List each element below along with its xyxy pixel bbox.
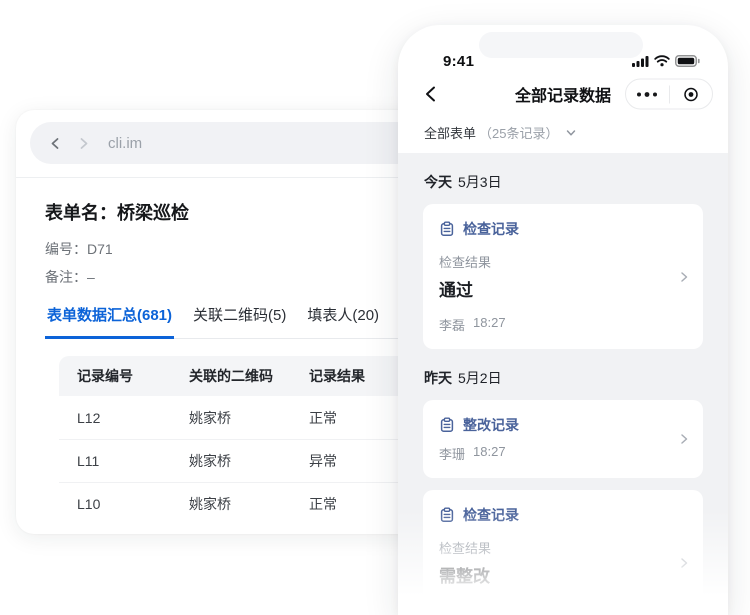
form-number-value: D71 <box>87 241 113 257</box>
tab-form-fillers[interactable]: 填表人(20) <box>305 304 381 338</box>
record-card-inspection-needs-fix[interactable]: 检查记录 检查结果 需整改 李金荣 18:27 <box>423 490 703 615</box>
miniprogram-capsule <box>625 79 713 110</box>
address-bar[interactable]: cli.im <box>30 122 418 164</box>
record-type-row: 检查记录 <box>439 505 687 525</box>
wifi-icon <box>654 55 670 67</box>
chevron-down-icon <box>566 128 576 138</box>
table-row[interactable]: L10 姚家桥 正常 <box>59 482 403 525</box>
tab-linked-qrcodes[interactable]: 关联二维码(5) <box>191 304 288 338</box>
table-row[interactable]: L12 姚家桥 正常 <box>59 396 403 439</box>
form-clipboard-icon <box>439 507 455 523</box>
form-filter-dropdown[interactable]: 全部表单 （25条记录） <box>398 116 728 153</box>
col-record-result: 记录结果 <box>309 366 403 386</box>
col-linked-qrcode: 关联的二维码 <box>189 366 309 386</box>
nav-bar: 全部记录数据 <box>398 72 728 116</box>
form-meta: 编号：D71 备注：– <box>45 240 403 287</box>
phone-mockup: 9:41 <box>398 25 728 615</box>
form-detail-panel: 表单名：桥梁巡检 编号：D71 备注：– 表单数据汇总(681) 关联二维码(5… <box>16 199 432 525</box>
url-text[interactable]: cli.im <box>108 135 142 152</box>
record-type: 整改记录 <box>463 415 519 435</box>
back-button[interactable] <box>423 85 441 103</box>
chevron-right-icon[interactable] <box>678 433 690 445</box>
record-card-inspection-pass[interactable]: 检查记录 检查结果 通过 李磊 18:27 <box>423 204 703 349</box>
record-list: 今天 5月3日 检查记录 检查结果 通过 <box>398 153 728 615</box>
phone-speaker-notch <box>479 32 643 58</box>
col-record-id: 记录编号 <box>77 366 189 386</box>
record-time: 18:27 <box>473 444 506 463</box>
cell-record-id: L10 <box>77 496 189 512</box>
tab-bar: 表单数据汇总(681) 关联二维码(5) 填表人(20) <box>45 304 403 339</box>
day-label: 昨天 <box>424 368 452 388</box>
record-time: 18:27 <box>473 315 506 334</box>
result-field-label: 检查结果 <box>439 538 687 557</box>
form-remark-row: 备注：– <box>45 268 403 287</box>
table-row[interactable]: L11 姚家桥 异常 <box>59 439 403 482</box>
cell-record-result: 正常 <box>309 494 403 514</box>
record-time: 18:27 <box>486 601 519 615</box>
date-label: 5月2日 <box>458 368 502 388</box>
date-section-header: 今天 5月3日 <box>423 153 703 204</box>
result-field-label: 检查结果 <box>439 252 687 271</box>
record-author: 李金荣 <box>439 601 478 615</box>
record-type-row: 检查记录 <box>439 219 687 239</box>
form-clipboard-icon <box>439 221 455 237</box>
browser-forward-icon[interactable] <box>77 137 90 150</box>
result-field-value: 需整改 <box>439 562 687 587</box>
record-author: 李磊 <box>439 315 465 334</box>
record-meta: 李金荣 18:27 <box>439 601 687 615</box>
record-card-rectification[interactable]: 整改记录 李珊 18:27 <box>423 400 703 478</box>
record-meta: 李磊 18:27 <box>439 315 687 334</box>
battery-icon <box>675 55 700 67</box>
record-type: 检查记录 <box>463 505 519 525</box>
form-remark-label: 备注： <box>45 269 87 285</box>
cell-linked-qrcode: 姚家桥 <box>189 494 309 514</box>
filter-record-count: （25条记录） <box>479 123 558 142</box>
cell-record-result: 正常 <box>309 408 403 428</box>
more-dots-icon[interactable] <box>626 80 669 109</box>
table-header-row: 记录编号 关联的二维码 记录结果 <box>59 356 403 396</box>
chevron-right-icon[interactable] <box>678 271 690 283</box>
record-meta: 李珊 18:27 <box>439 444 687 463</box>
browser-toolbar: cli.im <box>16 110 432 178</box>
cell-record-id: L12 <box>77 410 189 426</box>
record-type: 检查记录 <box>463 219 519 239</box>
status-icons <box>632 55 700 67</box>
form-clipboard-icon <box>439 417 455 433</box>
browser-window: cli.im 表单名：桥梁巡检 编号：D71 备注：– 表单数据汇总(681) … <box>16 110 432 534</box>
cell-record-result: 异常 <box>309 451 403 471</box>
form-title: 表单名：桥梁巡检 <box>45 199 403 225</box>
record-author: 李珊 <box>439 444 465 463</box>
date-section-header: 昨天 5月2日 <box>423 349 703 400</box>
chevron-right-icon[interactable] <box>678 557 690 569</box>
form-remark-value: – <box>87 269 95 285</box>
form-number-label: 编号： <box>45 241 87 257</box>
date-label: 5月3日 <box>458 172 502 192</box>
form-number-row: 编号：D71 <box>45 240 403 259</box>
cell-record-id: L11 <box>77 453 189 469</box>
page: cli.im 表单名：桥梁巡检 编号：D71 备注：– 表单数据汇总(681) … <box>0 0 750 615</box>
records-table: 记录编号 关联的二维码 记录结果 L12 姚家桥 正常 L11 姚家桥 异常 L… <box>59 356 403 525</box>
day-label: 今天 <box>424 172 452 192</box>
filter-label: 全部表单 <box>424 123 476 142</box>
cell-linked-qrcode: 姚家桥 <box>189 408 309 428</box>
record-type-row: 整改记录 <box>439 415 687 435</box>
tab-form-data-summary[interactable]: 表单数据汇总(681) <box>45 304 174 339</box>
record-target-icon[interactable] <box>670 80 713 109</box>
status-time: 9:41 <box>443 53 474 70</box>
result-field-value: 通过 <box>439 276 687 301</box>
browser-back-icon[interactable] <box>49 137 62 150</box>
cell-linked-qrcode: 姚家桥 <box>189 451 309 471</box>
